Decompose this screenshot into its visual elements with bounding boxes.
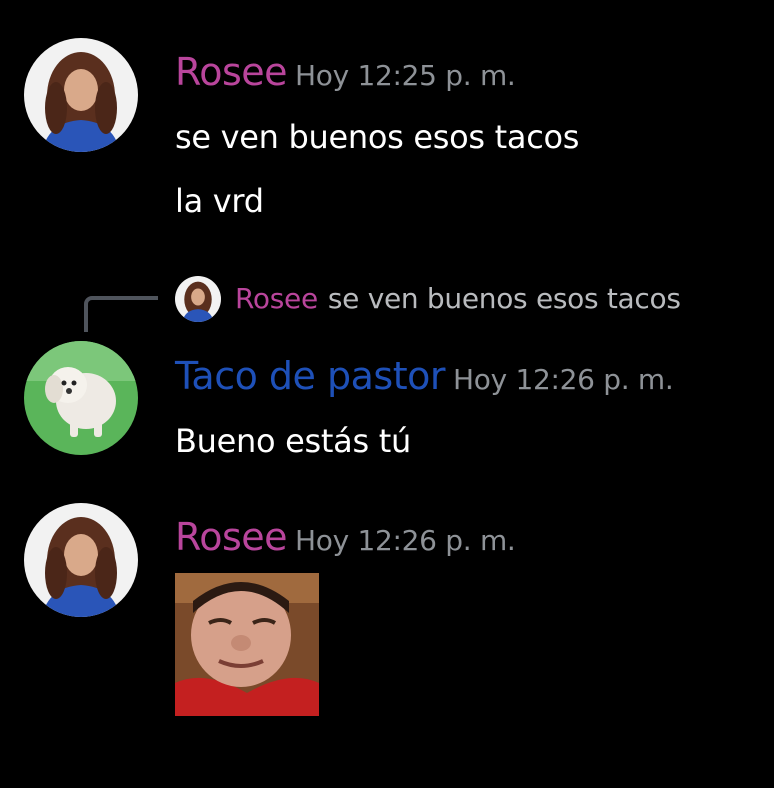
- timestamp: Hoy 12:26 p. m.: [295, 524, 516, 557]
- message-text: se ven buenos esos tacos: [175, 118, 580, 156]
- message-header: Rosee Hoy 12:26 p. m.: [175, 515, 516, 559]
- message-text: Bueno estás tú: [175, 422, 411, 460]
- message-header: Rosee Hoy 12:25 p. m.: [175, 50, 516, 94]
- selfie-photo-icon: [175, 573, 319, 716]
- reply-preview[interactable]: Rosee se ven buenos esos tacos: [235, 282, 681, 315]
- curly-hair-girl-avatar-icon: [24, 38, 138, 152]
- reply-content[interactable]: se ven buenos esos tacos: [328, 282, 681, 315]
- curly-hair-girl-avatar-icon: [24, 503, 138, 617]
- white-dog-avatar-icon: [24, 341, 138, 455]
- curly-hair-girl-avatar-icon: [175, 276, 221, 322]
- avatar[interactable]: [24, 38, 138, 152]
- username[interactable]: Rosee: [175, 515, 288, 559]
- reply-avatar[interactable]: [175, 276, 221, 322]
- message-text: la vrd: [175, 182, 264, 220]
- avatar[interactable]: [24, 503, 138, 617]
- reply-username[interactable]: Rosee: [235, 282, 318, 315]
- timestamp: Hoy 12:25 p. m.: [295, 59, 516, 92]
- image-attachment[interactable]: [175, 573, 319, 716]
- username[interactable]: Rosee: [175, 50, 288, 94]
- message-header: Taco de pastor Hoy 12:26 p. m.: [175, 354, 674, 398]
- timestamp: Hoy 12:26 p. m.: [452, 363, 674, 396]
- avatar[interactable]: [24, 341, 138, 455]
- reply-connector: [84, 296, 158, 332]
- username[interactable]: Taco de pastor: [175, 354, 445, 398]
